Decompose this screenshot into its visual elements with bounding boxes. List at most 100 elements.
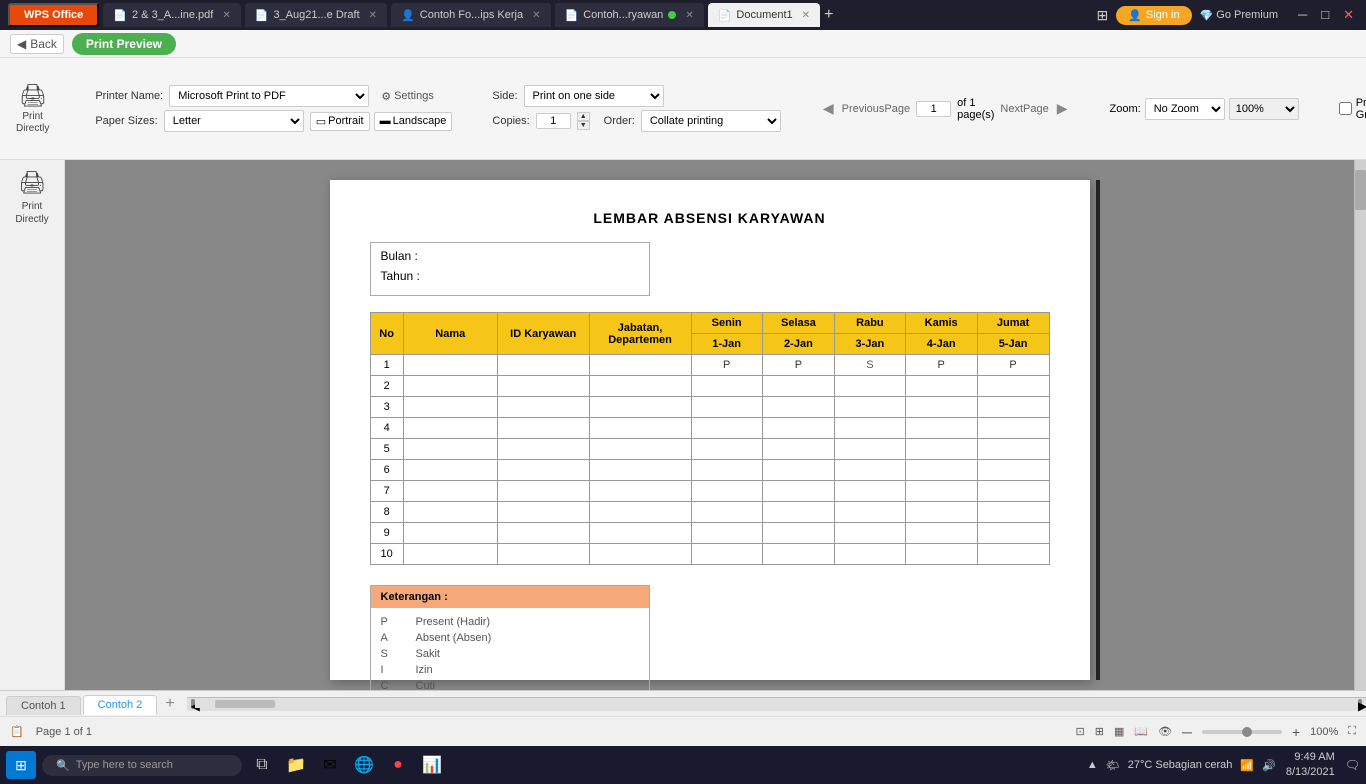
tray-arrow-icon[interactable]: ▲ — [1087, 759, 1098, 771]
mail-icon[interactable]: ✉ — [316, 751, 344, 779]
paper-size-select[interactable]: Letter — [164, 110, 304, 132]
document-page: LEMBAR ABSENSI KARYAWAN Bulan : Tahun : … — [330, 180, 1090, 680]
th-5jan: 5-Jan — [977, 334, 1049, 355]
copies-down[interactable]: ▼ — [577, 121, 590, 130]
th-no: No — [370, 313, 403, 355]
order-select[interactable]: Collate printing — [641, 110, 781, 132]
page-number-input[interactable] — [916, 101, 951, 117]
td-id-1 — [497, 355, 589, 376]
copies-label: Copies: — [492, 115, 529, 127]
th-rabu: Rabu — [835, 313, 906, 334]
system-tray: ▲ 🌤 27°C Sebagian cerah 📶 🔊 — [1087, 759, 1276, 772]
legend-body: P Present (Hadir) A Absent (Absen) S Sak… — [371, 608, 649, 690]
tab-draft[interactable]: 📄 3_Aug21...e Draft ✕ — [245, 3, 387, 27]
network-icon: 📶 — [1240, 759, 1254, 772]
title-bar: WPS Office 📄 2 & 3_A...ine.pdf ✕ 📄 3_Aug… — [0, 0, 1366, 30]
file-explorer-icon[interactable]: 📁 — [282, 751, 310, 779]
task-view-icon[interactable]: ⧉ — [248, 751, 276, 779]
copies-spinner[interactable]: ▲ ▼ — [577, 112, 590, 130]
side-select[interactable]: Print on one side — [524, 85, 664, 107]
notification-icon[interactable]: 🗨 — [1345, 758, 1360, 772]
new-tab-button[interactable]: + — [824, 6, 833, 24]
side-row: Side: Print on one side — [492, 85, 780, 107]
tahun-row: Tahun : — [381, 269, 639, 283]
view-options-icon[interactable]: 👁 — [1158, 725, 1172, 738]
portrait-button[interactable]: ▭ Portrait — [310, 112, 370, 131]
go-premium-button[interactable]: 💎 Go Premium — [1200, 9, 1278, 22]
pdf-icon: 📄 — [113, 9, 127, 22]
h-scroll-thumb[interactable] — [215, 700, 275, 708]
landscape-button[interactable]: ▬ Landscape — [374, 112, 453, 131]
zoom-group: Zoom: No Zoom 100% — [1110, 98, 1299, 120]
view-normal-icon[interactable]: ⊡ — [1076, 725, 1085, 738]
next-page-label[interactable]: NextPage — [1000, 103, 1048, 115]
th-id: ID Karyawan — [497, 313, 589, 355]
print-directly-button[interactable]: 🖨 Print Directly — [10, 79, 55, 139]
edge-icon[interactable]: 🌐 — [350, 751, 378, 779]
horizontal-scrollbar[interactable]: ◀ ▶ — [187, 697, 1366, 711]
tab-close-draft[interactable]: ✕ — [369, 10, 377, 21]
td-no-9: 9 — [370, 523, 403, 544]
vertical-scrollbar[interactable] — [1354, 160, 1366, 690]
h-scroll-right[interactable]: ▶ — [1358, 699, 1362, 709]
sheet-tab-contoh1[interactable]: Contoh 1 — [6, 696, 81, 715]
legend-code-p: P — [381, 616, 396, 628]
tab-document1[interactable]: 📄 Document1 ✕ — [708, 3, 820, 27]
sign-in-button[interactable]: 👤 Sign in — [1116, 6, 1191, 25]
zoom-percent-select[interactable]: 100% — [1229, 98, 1299, 120]
landscape-icon: ▬ — [380, 115, 391, 127]
maximize-button[interactable]: □ — [1317, 7, 1333, 23]
document-canvas: LEMBAR ABSENSI KARYAWAN Bulan : Tahun : … — [65, 160, 1354, 690]
view-layout-icon[interactable]: ▦ — [1114, 725, 1124, 738]
next-page-button[interactable]: ▶ — [1055, 100, 1070, 117]
view-page-break-icon[interactable]: ⊞ — [1095, 725, 1104, 738]
print-gridlines-checkbox[interactable] — [1339, 102, 1352, 115]
fullscreen-icon[interactable]: ⛶ — [1348, 725, 1356, 738]
th-jabatan: Jabatan, Departemen — [589, 313, 691, 355]
tab-contoh-ryawan[interactable]: 📄 Contoh...ryawan ✕ — [555, 3, 704, 27]
td-no-10: 10 — [370, 544, 403, 565]
start-button[interactable]: ⊞ — [6, 751, 36, 779]
excel-icon[interactable]: 📊 — [418, 751, 446, 779]
printer-name-select[interactable]: Microsoft Print to PDF — [169, 85, 369, 107]
zoom-slider[interactable] — [1202, 730, 1282, 734]
close-button[interactable]: ✕ — [1339, 7, 1358, 23]
th-kamis: Kamis — [905, 313, 977, 334]
tab-close-fo[interactable]: ✕ — [532, 10, 540, 21]
td-selasa-1: P — [762, 355, 834, 376]
sheet-tab-contoh2[interactable]: Contoh 2 — [83, 695, 158, 715]
diamond-icon: 💎 — [1200, 9, 1214, 22]
minimize-button[interactable]: ─ — [1294, 7, 1311, 23]
print-preview-button[interactable]: Print Preview — [72, 33, 176, 55]
tab-contoh-fo[interactable]: 👤 Contoh Fo...ips Kerja ✕ — [391, 3, 550, 27]
scroll-thumb[interactable] — [1355, 170, 1366, 210]
page-info: Page 1 of 1 — [36, 726, 92, 738]
order-label: Order: — [604, 115, 635, 127]
tab-pdf[interactable]: 📄 2 & 3_A...ine.pdf ✕ — [103, 3, 240, 27]
tab-close-doc1[interactable]: ✕ — [802, 10, 810, 21]
table-row: 10 — [370, 544, 1049, 565]
td-no-3: 3 — [370, 397, 403, 418]
previous-page-label[interactable]: PreviousPage — [842, 103, 911, 115]
copies-input[interactable] — [536, 113, 571, 129]
search-bar[interactable]: 🔍 Type here to search — [42, 755, 242, 776]
printer-settings-group: Printer Name: Microsoft Print to PDF ⚙ S… — [95, 85, 452, 132]
add-sheet-button[interactable]: + — [159, 693, 180, 715]
tab-close-ryawan[interactable]: ✕ — [685, 10, 693, 21]
zoom-preset-select[interactable]: No Zoom — [1145, 98, 1225, 120]
zoom-out-icon[interactable]: ─ — [1182, 724, 1192, 740]
wps-office-tab[interactable]: WPS Office — [8, 3, 99, 27]
back-arrow-icon: ◀ — [17, 37, 26, 51]
contoh-fo-icon: 👤 — [401, 9, 415, 22]
view-read-icon[interactable]: 📖 — [1134, 725, 1148, 738]
chrome-icon[interactable]: ● — [384, 751, 412, 779]
legend-item-i: I Izin — [381, 664, 639, 676]
zoom-in-icon[interactable]: + — [1292, 724, 1300, 740]
back-button[interactable]: ◀ Back — [10, 34, 64, 54]
settings-button[interactable]: ⚙ Settings — [375, 88, 440, 105]
copies-up[interactable]: ▲ — [577, 112, 590, 121]
prev-page-button[interactable]: ◀ — [821, 100, 836, 117]
clock[interactable]: 9:49 AM 8/13/2021 — [1286, 750, 1335, 781]
tab-close-pdf[interactable]: ✕ — [222, 10, 230, 21]
legend-desc-a: Absent (Absen) — [416, 632, 492, 644]
